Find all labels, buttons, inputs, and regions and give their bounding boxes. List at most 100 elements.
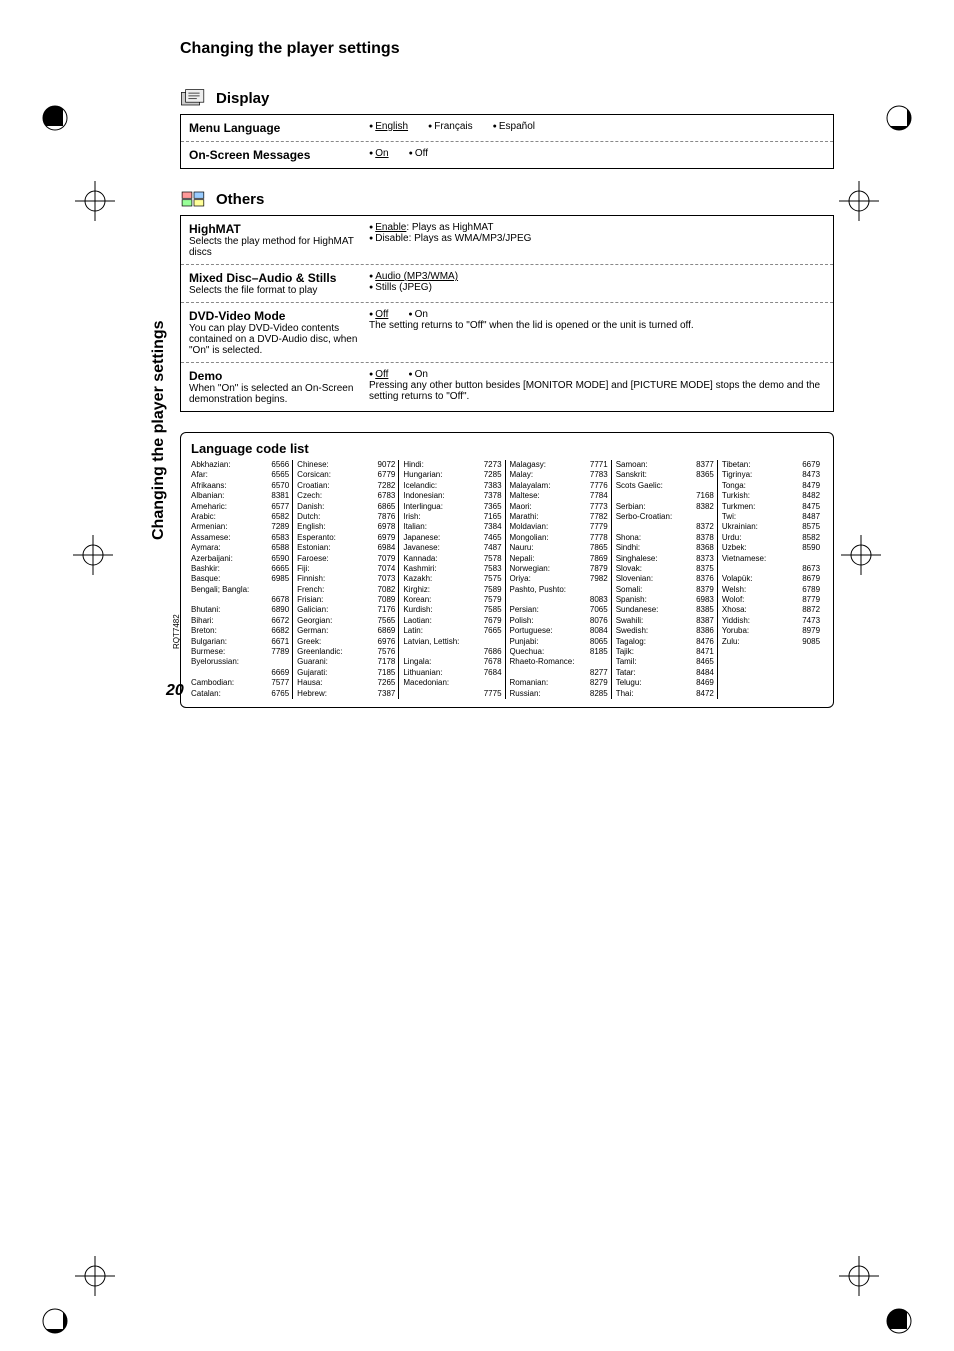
lang-name: Tibetan: [722, 460, 751, 470]
lang-code: 7079 [378, 554, 396, 564]
lang-item: Nauru: 7865 [510, 543, 608, 553]
lang-code: 8185 [590, 647, 608, 657]
lang-item: Turkish:8482 [722, 491, 820, 501]
lang-name: Assamese: [191, 533, 231, 543]
registration-mark [834, 176, 884, 226]
lang-code: 8365 [696, 470, 714, 480]
lang-name: Punjabi: [510, 637, 539, 647]
lang-code: 8076 [590, 616, 608, 626]
lang-item: Guarani:7178 [297, 657, 395, 667]
lang-name: Frisian: [297, 595, 323, 605]
lang-name: Hausa: [297, 678, 322, 688]
lang-name: Bashkir: [191, 564, 220, 574]
lang-name: Russian: [510, 689, 541, 699]
lang-item: 7775 [403, 689, 501, 699]
lang-code: 7273 [484, 460, 502, 470]
lang-name: Indonesian: [403, 491, 444, 501]
lang-code: 6679 [802, 460, 820, 470]
setting-desc: When "On" is selected an On-Screen demon… [189, 383, 361, 405]
lang-code: 6976 [378, 637, 396, 647]
lang-code: 7384 [484, 522, 502, 532]
lang-name: Japanese: [403, 533, 440, 543]
lang-name: Yoruba: [722, 626, 749, 636]
lang-item: Urdu:8582 [722, 533, 820, 543]
lang-name: Byelorussian: [191, 657, 239, 667]
lang-name: Danish: [297, 502, 324, 512]
lang-item: Interlingua:7365 [403, 502, 501, 512]
setting-name: Mixed Disc–Audio & Stills [189, 271, 361, 285]
lang-item: 8372 [616, 522, 714, 532]
lang-item: Tagalog:8476 [616, 637, 714, 647]
lang-column: Hindi:7273Hungarian:7285Icelandic:7383In… [403, 460, 505, 699]
lang-name: Tagalog: [616, 637, 646, 647]
lang-item: Marathi:7782 [510, 512, 608, 522]
lang-name: Portuguese: [510, 626, 553, 636]
lang-item: Persian:7065 [510, 605, 608, 615]
lang-code: 8575 [802, 522, 820, 532]
lang-item: Chinese:9072 [297, 460, 395, 470]
option: Off [369, 309, 388, 320]
lang-code: 8465 [696, 657, 714, 667]
lang-code: 7776 [590, 481, 608, 491]
lang-code: 7265 [378, 678, 396, 688]
setting-name: Demo [189, 369, 361, 383]
lang-name: Javanese: [403, 543, 439, 553]
setting-extra: The setting returns to "Off" when the li… [369, 320, 825, 331]
setting-options: Enable: Plays as HighMATDisable: Plays a… [369, 222, 825, 258]
lang-name: Faroese: [297, 554, 329, 564]
lang-code: 7789 [271, 647, 289, 657]
lang-item: Tonga:8479 [722, 481, 820, 491]
setting-row: Menu LanguageEnglishFrançaisEspañol [181, 115, 833, 142]
lang-code: 9085 [802, 637, 820, 647]
lang-name: Samoan: [616, 460, 648, 470]
lang-name: Chinese: [297, 460, 329, 470]
lang-item: Sanskrit:8365 [616, 470, 714, 480]
section-others: Others HighMATSelects the play method fo… [180, 189, 834, 412]
lang-item: 8277 [510, 668, 608, 678]
lang-name: Latin: [403, 626, 423, 636]
lang-name: Nauru: [510, 543, 534, 553]
lang-name: Serbian: [616, 502, 646, 512]
display-icon [180, 88, 208, 108]
lang-name: Esperanto: [297, 533, 336, 543]
lang-name: Oriya: [510, 574, 531, 584]
lang-item: Thai:8472 [616, 689, 714, 699]
lang-name: Afrikaans: [191, 481, 227, 491]
lang-item: Tamil:8465 [616, 657, 714, 667]
option: Español [493, 121, 535, 132]
lang-item: Byelorussian: [191, 657, 289, 667]
lang-code: 8487 [802, 512, 820, 522]
lang-item: Scots Gaelic: [616, 481, 714, 491]
lang-item: Ameharic:6577 [191, 502, 289, 512]
lang-name: Dutch: [297, 512, 320, 522]
lang-code: 6869 [378, 626, 396, 636]
lang-item: Greenlandic:7576 [297, 647, 395, 657]
lang-code: 8084 [590, 626, 608, 636]
lang-code: 7365 [484, 502, 502, 512]
lang-name: Swedish: [616, 626, 648, 636]
lang-code: 6682 [271, 626, 289, 636]
lang-code: 7473 [802, 616, 820, 626]
lang-name: Catalan: [191, 689, 221, 699]
lang-name: Bengali; Bangla: [191, 585, 249, 595]
corner-mark [35, 98, 75, 138]
lang-name: Sindhi: [616, 543, 640, 553]
lang-column: Chinese:9072Corsican:6779Croatian:7282Cz… [297, 460, 399, 699]
lang-code: 7383 [484, 481, 502, 491]
lang-code: 8277 [590, 668, 608, 678]
lang-code: 8979 [802, 626, 820, 636]
lang-item: Malagasy:7771 [510, 460, 608, 470]
option: On [408, 369, 428, 380]
lang-item: Yiddish:7473 [722, 616, 820, 626]
lang-code: 7487 [484, 543, 502, 553]
lang-code: 6765 [271, 689, 289, 699]
section-display: Display Menu LanguageEnglishFrançaisEspa… [180, 88, 834, 169]
lang-code: 7784 [590, 491, 608, 501]
lang-item: Georgian:7565 [297, 616, 395, 626]
lang-code: 8482 [802, 491, 820, 501]
lang-code: 7865 [590, 543, 608, 553]
lang-code: 7176 [378, 605, 396, 615]
lang-name: Singhalese: [616, 554, 658, 564]
lang-name: Volapük: [722, 574, 753, 584]
lang-code: 6671 [271, 637, 289, 647]
